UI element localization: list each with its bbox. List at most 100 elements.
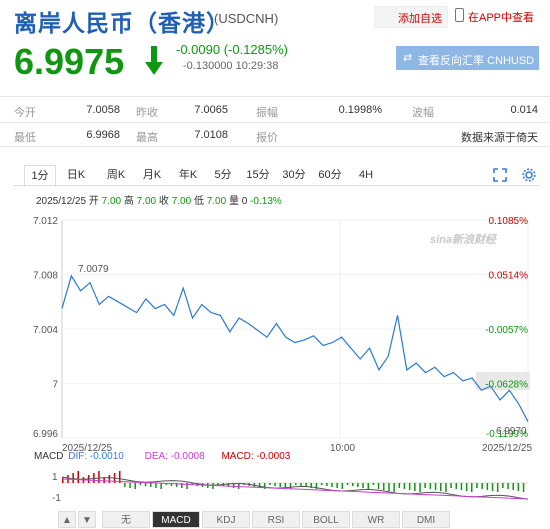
down-arrow-icon <box>145 46 163 75</box>
open-in-app-button[interactable]: 在APP中查看 <box>452 6 542 26</box>
chart-tools <box>493 168 536 182</box>
tab-1min[interactable]: 1分 <box>24 165 56 187</box>
tab-monthly[interactable]: 月K <box>140 165 164 185</box>
indicator-tab-kdj[interactable]: KDJ <box>202 511 250 528</box>
macd-bar <box>450 483 452 488</box>
macd-bar <box>155 483 157 488</box>
tab-daily[interactable]: 日K <box>64 165 88 185</box>
tab-60min[interactable]: 60分 <box>316 165 344 185</box>
macd-bar <box>139 483 142 485</box>
stat-label-low: 最低 <box>14 132 36 144</box>
stat-label-volatility: 波幅 <box>412 107 434 119</box>
tab-yearly[interactable]: 年K <box>176 165 200 185</box>
macd-bar <box>476 483 478 488</box>
macd-bar <box>517 483 520 491</box>
max-price-label: 7.0079 <box>78 264 109 275</box>
macd-bar <box>471 483 473 492</box>
macd-bar <box>507 483 509 489</box>
indicator-tab-wr[interactable]: WR <box>352 511 400 528</box>
macd-bar <box>289 483 292 489</box>
macd-bar <box>352 483 354 486</box>
macd-legend: MACD DIF: -0.0010 DEA: -0.0008 MACD: -0.… <box>34 451 290 462</box>
stat-label-quote: 报价 <box>256 132 278 144</box>
macd-bar <box>295 483 297 485</box>
price-line <box>61 274 529 422</box>
open-in-app-label: 在APP中查看 <box>468 12 535 24</box>
symbol-code: (USDCNH) <box>214 11 279 26</box>
macd-bar <box>367 483 369 489</box>
price-sub-info: -0.130000 10:29:38 <box>183 60 279 72</box>
macd-bar <box>331 483 333 487</box>
stat-label-prev-close: 昨收 <box>136 107 158 119</box>
indicator-tab-none[interactable]: 无 <box>102 511 150 528</box>
macd-bar <box>62 477 64 483</box>
macd-dif: DIF: -0.0010 <box>68 451 124 462</box>
tab-5min[interactable]: 5分 <box>211 165 235 185</box>
divider <box>0 122 550 123</box>
macd-bar <box>434 483 437 490</box>
macd-bar <box>72 473 74 483</box>
macd-bar <box>274 483 276 486</box>
scroll-down-button[interactable]: ▼ <box>78 511 96 528</box>
indicator-tab-rsi[interactable]: RSI <box>252 511 300 528</box>
tab-30min[interactable]: 30分 <box>280 165 308 185</box>
macd-bar <box>357 483 359 487</box>
macd-bar <box>300 483 302 486</box>
macd-bar <box>144 483 147 486</box>
scroll-up-button[interactable]: ▲ <box>58 511 76 528</box>
macd-bar <box>279 483 281 487</box>
tab-15min[interactable]: 15分 <box>244 165 272 185</box>
y-tick-label: 6.996 <box>33 429 58 440</box>
current-price: 6.9975 <box>14 41 125 82</box>
tab-underline <box>14 185 540 186</box>
macd-bar <box>465 483 468 491</box>
macd-bar <box>419 483 421 492</box>
reverse-rate-button[interactable]: ⇄ 查看反向汇率 CNHUSD <box>396 46 539 70</box>
y-axis-labels: 7.012 7.008 7.004 7 6.996 <box>33 216 58 440</box>
add-watchlist-button[interactable]: 添加自选 <box>374 6 448 28</box>
reverse-rate-label: 查看反向汇率 CNHUSD <box>418 55 535 67</box>
tab-4h[interactable]: 4H <box>352 165 380 185</box>
fullscreen-icon[interactable] <box>493 168 507 182</box>
indicator-tab-boll[interactable]: BOLL <box>302 511 350 528</box>
macd-bar <box>388 483 390 491</box>
add-watchlist-label: 添加自选 <box>398 13 442 25</box>
divider <box>0 96 550 97</box>
macd-title: MACD <box>34 451 64 462</box>
macd-bar <box>491 483 494 491</box>
stat-value-low: 6.9968 <box>86 129 120 141</box>
y-tick-label: 7.008 <box>33 271 58 282</box>
macd-bar <box>455 483 457 489</box>
macd-bar <box>522 483 525 492</box>
price-chart[interactable]: sina新浪财经 7.012 7.008 7.004 7 6.996 0.1085% 0.… <box>0 200 550 510</box>
swap-icon: ⇄ <box>403 52 413 64</box>
pct-tick-label: -0.0057% <box>485 325 528 336</box>
tab-weekly[interactable]: 周K <box>104 165 128 185</box>
pct-tick-label: 0.0514% <box>489 271 529 282</box>
macd-bar <box>326 483 328 486</box>
indicator-tab-dmi[interactable]: DMI <box>402 511 450 528</box>
stat-value-volatility: 0.014 <box>510 104 538 116</box>
macd-bar <box>372 483 375 485</box>
macd-bar <box>486 483 489 490</box>
settings-icon[interactable] <box>522 168 536 182</box>
macd-bar <box>269 483 271 485</box>
macd-value: MACD: -0.0003 <box>221 451 291 462</box>
macd-bar <box>362 483 364 488</box>
chart-watermark: sina新浪财经 <box>430 233 498 246</box>
indicator-tab-macd[interactable]: MACD <box>152 511 200 528</box>
pct-axis-labels: 0.1085%0.0514%-0.0057%-0.0628%-0.1199% <box>485 216 528 440</box>
macd-bar <box>512 483 514 490</box>
macd-bar <box>160 483 162 489</box>
x-tick-end: 2025/12/25 <box>482 443 532 454</box>
macd-bar <box>320 483 323 485</box>
stat-value-prev-close: 7.0065 <box>194 104 228 116</box>
macd-ytick-1: 1 <box>52 472 58 483</box>
macd-bar <box>129 483 131 488</box>
macd-bar <box>460 483 463 490</box>
phone-icon <box>455 8 464 22</box>
macd-bar <box>108 475 111 483</box>
macd-dea-line <box>61 478 529 500</box>
macd-bar <box>124 483 126 487</box>
macd-bar <box>502 483 504 488</box>
